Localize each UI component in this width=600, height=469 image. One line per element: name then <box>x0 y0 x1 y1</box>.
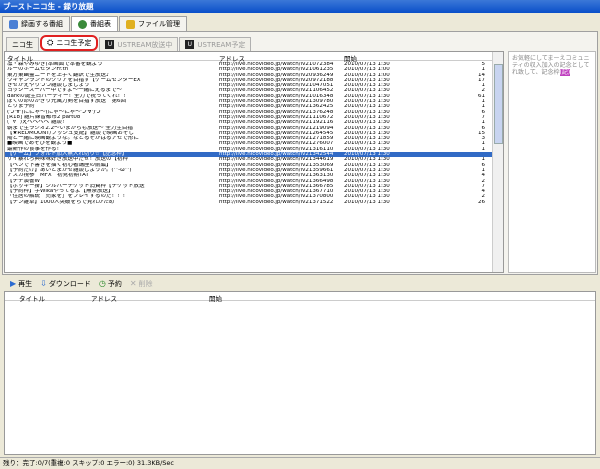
vertical-scrollbar[interactable] <box>492 52 503 272</box>
folder-icon <box>126 19 135 29</box>
side-text: お気軽にしてまーえコミュニティの収入加入の記念としてれ致して、記念枠 <box>512 55 590 76</box>
tab-nicolive-scheduled[interactable]: ⛭ ニコ生予定 <box>40 35 99 51</box>
ustream-icon: U <box>105 40 115 49</box>
cell-address: http://live.nicovideo.jp/watch/lv2137152… <box>219 199 334 205</box>
reserve-label: 予約 <box>107 279 122 288</box>
clock-icon: ◷ <box>98 279 106 288</box>
tab-files[interactable]: ファイル管理 <box>119 16 187 31</box>
delete-icon: ✕ <box>129 279 137 288</box>
tab-nicolive[interactable]: ニコ生 <box>6 37 39 51</box>
col-address[interactable]: アドレス <box>91 293 117 303</box>
download-table-header: タイトル アドレス 開始 <box>5 292 595 303</box>
cell-title: 【チン雑草】1000人突破をらで見れかため <box>7 199 115 205</box>
download-label: ダウンロード <box>48 279 91 288</box>
table-row[interactable]: 【チン雑草】1000人突破をらで見れかため http://live.nicovid… <box>5 200 493 205</box>
sub-tabs: ニコ生 ⛭ ニコ生予定 U USTREAM放送中 U USTREAM予定 <box>6 35 252 51</box>
download-button[interactable]: ⇩ ダウンロード <box>40 279 91 289</box>
status-bar: 残り：完了:0/7(重複:0 スキップ:0 エラー:0) 31.3KB/Sec <box>0 457 600 468</box>
col-title[interactable]: タイトル <box>19 293 45 303</box>
cell-start: 2010/07/13 1:30 <box>344 199 390 205</box>
tab-label: USTREAM予定 <box>197 40 246 49</box>
program-table: タイトル アドレス 開始 凛・森やみゆき(本画面で本番を観よう http://li… <box>4 51 504 273</box>
play-icon: ▶ <box>10 279 17 288</box>
reserve-button[interactable]: ◷ 予約 <box>99 279 122 289</box>
cell-count: 26 <box>478 199 485 205</box>
play-button[interactable]: ▶ 再生 <box>10 279 32 289</box>
main-tabs: 録画する番組 番組表 ファイル管理 <box>2 16 188 31</box>
tab-label: 番組表 <box>90 20 111 28</box>
person-icon: ⛭ <box>47 38 54 47</box>
toolbar: ▶ 再生 ⇩ ダウンロード ◷ 予約 ✕ 削除 <box>2 277 598 290</box>
ustream-icon: U <box>185 40 195 49</box>
tab-label: 録画する番組 <box>21 20 63 28</box>
search-icon <box>78 19 87 29</box>
record-icon <box>9 19 18 29</box>
tab-record[interactable]: 録画する番組 <box>2 16 70 31</box>
table-body: 凛・森やみゆき(本画面で本番を観よう http://live.nicovideo.… <box>5 62 493 205</box>
tab-label: ファイル管理 <box>138 20 180 28</box>
tab-schedule[interactable]: 番組表 <box>71 16 118 31</box>
side-highlight: (記) <box>559 69 571 76</box>
window-title: ブーストニコ生 - 録り放題 <box>0 0 600 13</box>
tab-ustream-scheduled[interactable]: U USTREAM予定 <box>179 37 252 51</box>
tab-label: ニコ生予定 <box>56 39 92 47</box>
scroll-thumb[interactable] <box>494 64 503 144</box>
tab-label: USTREAM放送中 <box>117 40 173 49</box>
table-header: タイトル アドレス 開始 <box>5 52 503 63</box>
tab-label: ニコ生 <box>12 40 33 49</box>
col-start[interactable]: 開始 <box>209 293 222 303</box>
delete-label: 削除 <box>138 279 153 288</box>
download-icon: ⇩ <box>40 279 47 288</box>
tab-ustream-live[interactable]: U USTREAM放送中 <box>99 37 179 51</box>
play-label: 再生 <box>18 279 33 288</box>
side-panel: お気軽にしてまーえコミュニティの収入加入の記念としてれ致して、記念枠(記) <box>508 51 596 273</box>
download-table: タイトル アドレス 開始 <box>4 291 596 455</box>
delete-button[interactable]: ✕ 削除 <box>130 279 153 289</box>
